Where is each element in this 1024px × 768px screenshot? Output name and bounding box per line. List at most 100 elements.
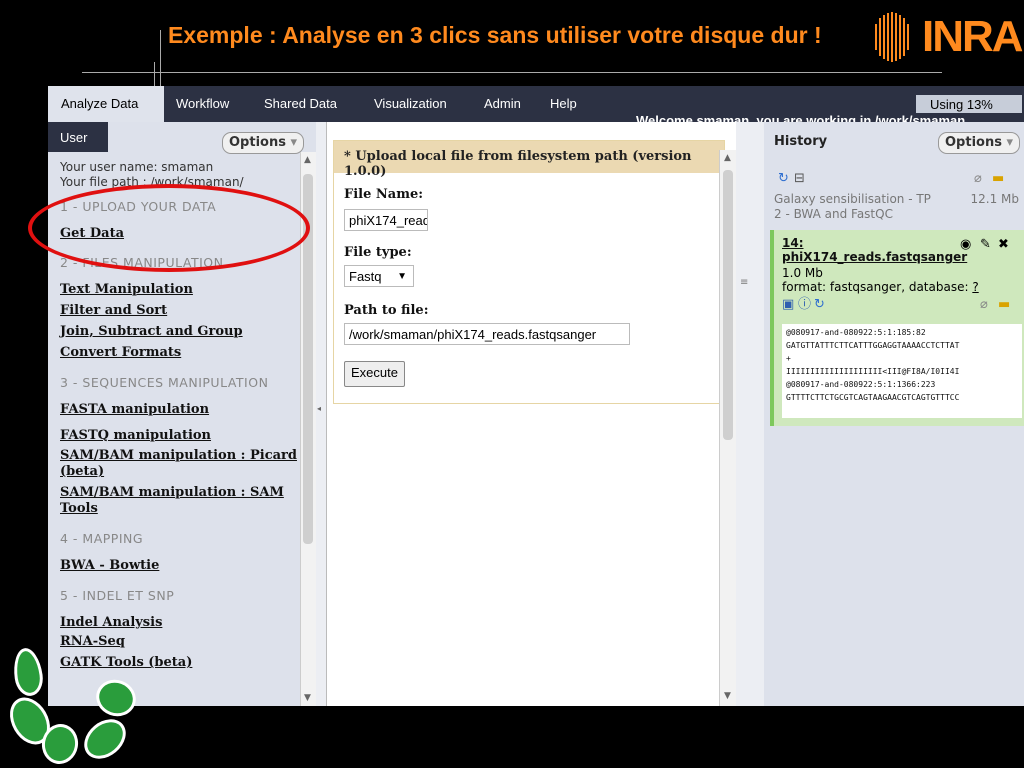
history-name-line2: 2 - BWA and FastQC — [774, 207, 893, 221]
user-name-info: Your user name: smaman — [60, 160, 214, 174]
tag-icon[interactable]: ⌀ — [980, 298, 988, 311]
annotate-icon[interactable]: ▬ — [998, 298, 1010, 311]
history-options-label: Options — [945, 135, 1002, 150]
chevron-down-icon: ▼ — [397, 271, 407, 282]
title-divider — [82, 72, 942, 73]
tool-options-label: Options — [229, 135, 286, 150]
collapse-left-icon[interactable]: ◂ — [317, 402, 321, 415]
file-type-value: Fastq — [349, 269, 382, 284]
leaf-shape — [10, 646, 46, 698]
usage-meter: Using 13% — [916, 95, 1022, 113]
nav-shared-data[interactable]: Shared Data — [264, 96, 337, 111]
pencil-icon[interactable]: ✎ — [980, 238, 991, 251]
scroll-down-icon[interactable]: ▼ — [724, 690, 731, 703]
inra-sun-icon — [875, 12, 909, 62]
usage-label: Using 13% — [930, 97, 993, 112]
file-type-label: File type: — [344, 245, 412, 260]
tool-link[interactable]: SAM/BAM manipulation : Picard (beta) — [60, 448, 302, 480]
tool-link[interactable]: SAM/BAM manipulation : SAM Tools — [60, 485, 302, 517]
dataset-name: phiX174_reads.fastqsanger — [782, 250, 968, 264]
inra-logo: INRA — [870, 8, 1024, 66]
tool-link[interactable]: Text Manipulation — [60, 282, 302, 298]
logo-text: INRA — [922, 12, 1024, 61]
dataset-format: format: fastqsanger, database: ? — [782, 280, 979, 294]
annotate-icon[interactable]: ▬ — [992, 172, 1004, 185]
chevron-down-icon: ▾ — [290, 135, 298, 150]
title-divider-vertical — [160, 30, 161, 86]
file-type-select[interactable]: Fastq ▼ — [344, 265, 414, 287]
peek-line: IIIIIIIIIIIIIIIIIIII<III@FI8A/I0II4I — [786, 367, 960, 376]
history-title: History — [774, 134, 828, 149]
right-splitter[interactable]: ≡ — [736, 122, 764, 706]
dataset-number: 14: — [782, 236, 804, 250]
path-label: Path to file: — [344, 303, 429, 318]
peek-line: @080917-and-080922:5:1:185:82 — [786, 328, 926, 337]
dataset-format-label: format: fastqsanger, database: — [782, 280, 969, 294]
slide-title: Exemple : Analyse en 3 clics sans utilis… — [168, 22, 822, 48]
scroll-up-icon[interactable]: ▲ — [724, 152, 731, 165]
file-name-input[interactable]: phiX174_reads — [344, 209, 428, 231]
history-dataset[interactable]: 14: phiX174_reads.fastqsanger ◉ ✎ ✖ 1.0 M… — [770, 230, 1024, 426]
leaf-shape — [91, 674, 141, 722]
peek-line: GTTTTCTTCTGCGTCAGTAAGAACGTCAGTGTTTCC — [786, 393, 960, 402]
leaf-shape — [76, 711, 134, 767]
grip-icon[interactable]: ≡ — [740, 276, 748, 289]
tool-panel-title: User — [60, 130, 88, 145]
galaxy-app: Analyze Data Workflow Shared Data Visual… — [48, 86, 1024, 706]
peek-line: @080917-and-080922:5:1:1366:223 — [786, 380, 936, 389]
history-panel: History Options ▾ ↻ ⊟ ⌀ ▬ Galaxy sensibi… — [764, 122, 1024, 706]
info-icon[interactable]: ⓘ — [798, 298, 811, 311]
refresh-icon[interactable]: ↻ — [778, 172, 789, 185]
collapse-icon[interactable]: ⊟ — [794, 172, 805, 185]
tool-section-title: 4 - MAPPING — [60, 531, 144, 546]
rerun-icon[interactable]: ↻ — [814, 298, 825, 311]
highlight-ring — [28, 184, 310, 272]
history-name-line1: Galaxy sensibilisation - TP — [774, 192, 931, 206]
tool-link[interactable]: FASTQ manipulation — [60, 428, 302, 444]
eye-icon[interactable]: ◉ — [960, 238, 971, 251]
tool-panel-header: User Options ▾ — [48, 122, 316, 154]
nav-analyze-data[interactable]: Analyze Data — [61, 96, 138, 111]
tool-options-button[interactable]: Options ▾ — [222, 132, 305, 154]
tool-form-title: * Upload local file from filesystem path… — [344, 149, 692, 179]
nav-workflow[interactable]: Workflow — [176, 96, 229, 111]
tool-form-header: * Upload local file from filesystem path… — [334, 141, 724, 179]
nav-visualization[interactable]: Visualization — [374, 96, 447, 111]
tool-link[interactable]: FASTA manipulation — [60, 402, 302, 418]
path-input[interactable]: /work/smaman/phiX174_reads.fastqsanger — [344, 323, 630, 345]
dataset-title[interactable]: 14: phiX174_reads.fastqsanger — [782, 236, 967, 264]
tool-section-title: 5 - INDEL ET SNP — [60, 588, 175, 603]
file-name-label: File Name: — [344, 187, 424, 202]
dataset-database-link[interactable]: ? — [972, 280, 978, 294]
nav-admin[interactable]: Admin — [484, 96, 521, 111]
tool-form-scrollbar[interactable]: ▲ ▼ — [719, 150, 736, 706]
history-name: Galaxy sensibilisation - TP 12.1 Mb 2 - B… — [774, 192, 1019, 222]
tool-form-panel: * Upload local file from filesystem path… — [326, 122, 737, 706]
upload-tool-form: * Upload local file from filesystem path… — [333, 140, 725, 404]
peek-line: GATGTTATTTCTTCATTTGGAGGTAAAACCTCTTAT — [786, 341, 960, 350]
peek-line: + — [786, 354, 791, 363]
left-splitter[interactable]: ◂ — [316, 122, 326, 706]
masthead: Analyze Data Workflow Shared Data Visual… — [48, 86, 1024, 128]
tool-link[interactable]: Filter and Sort — [60, 303, 302, 319]
tool-link[interactable]: Join, Subtract and Group — [60, 324, 302, 340]
dataset-peek: @080917-and-080922:5:1:185:82 GATGTTATTT… — [782, 324, 1022, 418]
scroll-up-icon[interactable]: ▲ — [304, 154, 311, 167]
tool-link[interactable]: Indel Analysis — [60, 615, 302, 631]
nav-help[interactable]: Help — [550, 96, 577, 111]
chevron-down-icon: ▾ — [1006, 135, 1014, 150]
history-size: 12.1 Mb — [970, 192, 1019, 206]
tag-icon[interactable]: ⌀ — [974, 172, 982, 185]
dataset-size: 1.0 Mb — [782, 266, 823, 280]
delete-icon[interactable]: ✖ — [998, 238, 1009, 251]
save-icon[interactable]: ▣ — [782, 298, 794, 311]
scroll-thumb[interactable] — [723, 170, 733, 440]
tool-section-title: 3 - SEQUENCES MANIPULATION — [60, 375, 269, 390]
tool-link[interactable]: BWA - Bowtie — [60, 558, 302, 574]
execute-button[interactable]: Execute — [344, 361, 405, 387]
scroll-down-icon[interactable]: ▼ — [304, 692, 311, 705]
title-divider-vertical-2 — [154, 62, 155, 86]
history-options-button[interactable]: Options ▾ — [938, 132, 1021, 154]
decorative-leaf-logo — [0, 640, 141, 768]
tool-link[interactable]: Convert Formats — [60, 345, 302, 361]
